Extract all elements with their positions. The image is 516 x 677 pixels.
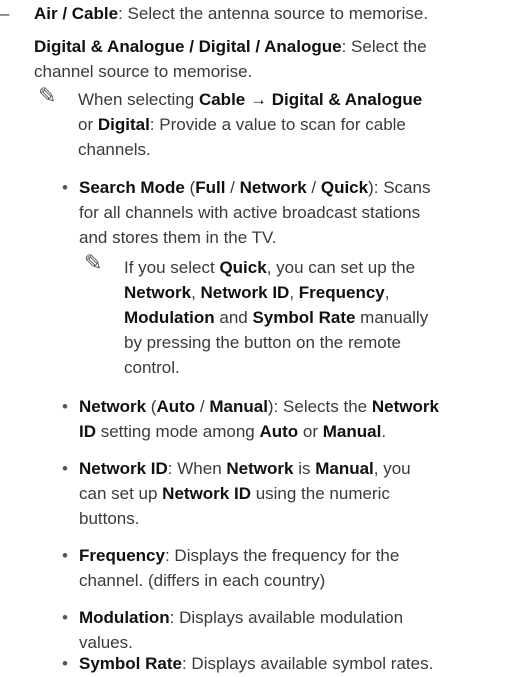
network-id-line3: buttons. <box>79 509 140 528</box>
channel-source-desc: : Select the <box>341 37 427 56</box>
text: . <box>381 422 387 441</box>
term: Manual <box>315 459 374 478</box>
text: / <box>306 178 321 197</box>
text: / <box>195 397 210 416</box>
term: Network ID <box>79 459 168 478</box>
text: ( <box>184 178 196 197</box>
term: Network <box>239 178 307 197</box>
text: : Displays the frequency for the <box>164 546 400 565</box>
text: ): Scans <box>368 178 431 197</box>
note1-bold: Digital <box>97 115 150 134</box>
note1-bold: Cable → Digital & Analogue <box>198 90 423 109</box>
modulation-line2: values. <box>79 633 133 652</box>
term: ID <box>79 422 96 441</box>
term: Manual <box>209 397 268 416</box>
text: ( <box>146 397 157 416</box>
text: setting mode among <box>96 422 260 441</box>
text: can set up <box>79 484 163 503</box>
note2-line3: Modulation and Symbol Rate manually <box>124 306 428 329</box>
term: Network ID <box>162 484 251 503</box>
bullet-icon: • <box>62 654 68 673</box>
term: Quick <box>320 178 369 197</box>
term: Network ID <box>200 283 290 302</box>
text: If you select <box>124 258 220 277</box>
term: Modulation <box>124 308 215 327</box>
note-pencil-icon: ✎ <box>84 250 103 275</box>
note2-line1: If you select Quick, you can set up the <box>124 256 415 279</box>
symbol-rate-line1: Symbol Rate: Displays available symbol r… <box>79 652 433 675</box>
term: Network <box>226 459 294 478</box>
network-id-line2: can set up Network ID using the numeric <box>79 482 390 505</box>
air-cable-term: Air / Cable <box>34 4 119 23</box>
note1-line2: or Digital: Provide a value to scan for … <box>78 113 406 136</box>
text: : When <box>167 459 227 478</box>
term: Frequency <box>298 283 385 302</box>
bullet-icon: • <box>62 459 68 478</box>
bullet-icon: • <box>62 178 68 197</box>
channel-source-line: Digital & Analogue / Digital / Analogue:… <box>34 35 427 58</box>
text: / <box>225 178 240 197</box>
network-id-line1: Network ID: When Network is Manual, you <box>79 457 411 480</box>
term: Auto <box>156 397 196 416</box>
note1-text: or <box>78 115 98 134</box>
text: and <box>214 308 253 327</box>
text: : Displays available modulation <box>169 608 404 627</box>
term: Quick <box>219 258 267 277</box>
text: is <box>293 459 316 478</box>
search-mode-line2: for all channels with active broadcast s… <box>79 203 421 222</box>
note1-line1: When selecting Cable → Digital & Analogu… <box>78 88 422 111</box>
dash-marker: – <box>0 4 10 23</box>
bullet-icon: • <box>62 397 68 416</box>
search-mode-line3: and stores them in the TV. <box>79 228 277 247</box>
text: or <box>298 422 323 441</box>
network-line2: ID setting mode among Auto or Manual. <box>79 420 386 443</box>
text: , <box>191 283 201 302</box>
note2-line2: Network, Network ID, Frequency, <box>124 281 390 304</box>
search-mode-term: Search Mode <box>79 178 185 197</box>
term: Frequency <box>79 546 165 565</box>
manual-page: – Air / Cable: Select the antenna source… <box>0 0 516 677</box>
channel-source-desc-2: channel source to memorise. <box>34 62 253 81</box>
network-line1: Network (Auto / Manual): Selects the Net… <box>79 395 439 418</box>
text: , you <box>373 459 411 478</box>
text: , <box>384 283 390 302</box>
text: manually <box>355 308 429 327</box>
term: Manual <box>322 422 382 441</box>
term: Network <box>79 397 147 416</box>
channel-source-term: Digital & Analogue / Digital / Analogue <box>34 37 342 56</box>
term: Symbol Rate <box>79 654 182 673</box>
bullet-icon: • <box>62 608 68 627</box>
note1-line3: channels. <box>78 140 151 159</box>
term: Network <box>371 397 439 416</box>
text: : Displays available symbol rates. <box>181 654 434 673</box>
air-cable-desc: : Select the antenna source to memorise. <box>118 4 429 23</box>
bullet-icon: • <box>62 546 68 565</box>
search-mode-line1: Search Mode (Full / Network / Quick): Sc… <box>79 176 430 199</box>
text: using the numeric <box>250 484 390 503</box>
text: , <box>289 283 299 302</box>
frequency-line2: channel. (differs in each country) <box>79 571 326 590</box>
note1-text: : Provide a value to scan for cable <box>149 115 406 134</box>
note2-line5: control. <box>124 358 180 377</box>
frequency-line1: Frequency: Displays the frequency for th… <box>79 544 399 567</box>
modulation-line1: Modulation: Displays available modulatio… <box>79 606 403 629</box>
term: Modulation <box>79 608 170 627</box>
note1-text: When selecting <box>78 90 199 109</box>
note-pencil-icon: ✎ <box>38 83 57 108</box>
air-cable-line: Air / Cable: Select the antenna source t… <box>34 2 428 25</box>
text: , you can set up the <box>266 258 416 277</box>
term: Full <box>195 178 226 197</box>
term: Auto <box>259 422 299 441</box>
note2-line4: by pressing the button on the remote <box>124 333 401 352</box>
term: Symbol Rate <box>252 308 356 327</box>
term: Network <box>124 283 192 302</box>
text: ): Selects the <box>267 397 372 416</box>
